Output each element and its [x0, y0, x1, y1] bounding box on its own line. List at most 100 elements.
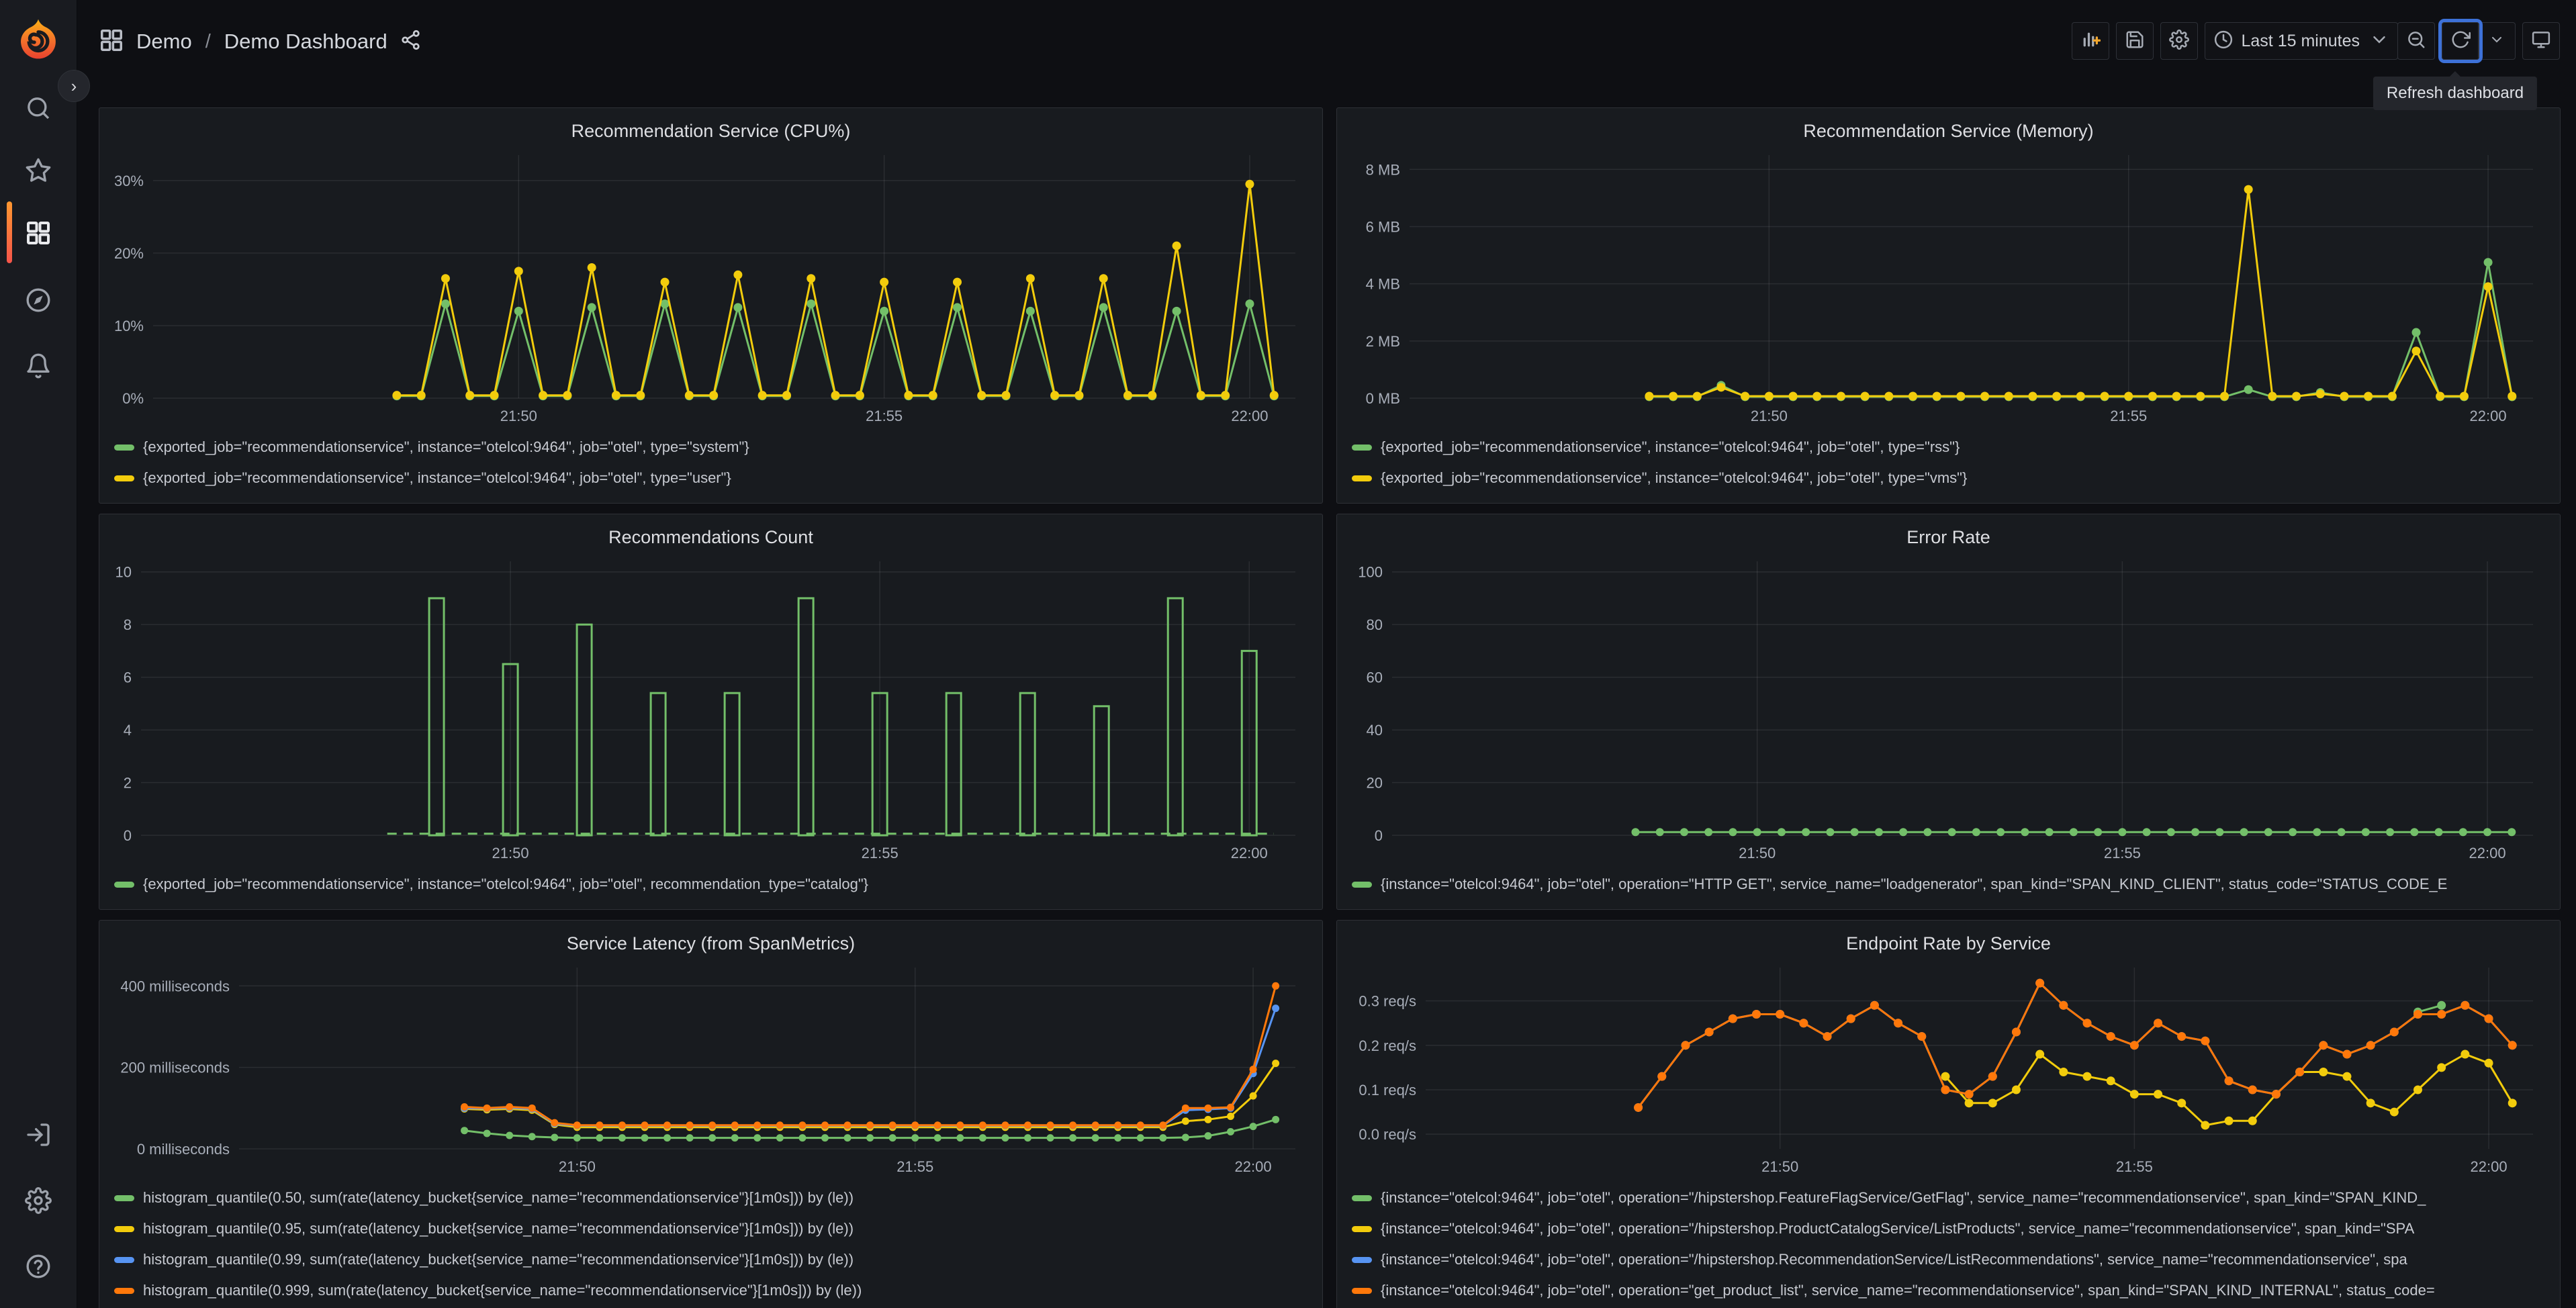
- legend-swatch: [1352, 1256, 1372, 1263]
- legend-item[interactable]: {exported_job="recommendationservice", i…: [114, 869, 1312, 900]
- chart-error-rate[interactable]: 21:50 21:55 22:00 0 20 40 60 80 100: [1348, 552, 2550, 866]
- x-tick-label: 21:50: [1751, 408, 1788, 424]
- legend-swatch: [114, 475, 134, 481]
- series-0: [392, 299, 1279, 401]
- search-icon: [25, 95, 52, 125]
- help-icon: [25, 1253, 52, 1283]
- dashboard-settings-button[interactable]: [2160, 22, 2198, 60]
- legend-swatch: [1352, 1287, 1372, 1294]
- sidebar-item-starred[interactable]: [19, 153, 57, 191]
- refresh-dashboard-button[interactable]: [2441, 22, 2479, 60]
- panel-recommendations-count: Recommendations Count 21:50 21:55 22:00 0 2 4…: [99, 514, 1323, 910]
- y-tick-label: 200 milliseconds: [120, 1060, 230, 1076]
- save-dashboard-button[interactable]: [2115, 22, 2154, 60]
- legend-label: histogram_quantile(0.99, sum(rate(latenc…: [143, 1251, 854, 1268]
- sidebar-item-explore[interactable]: [19, 283, 57, 320]
- y-tick-label: 10%: [114, 318, 144, 334]
- legend-swatch: [114, 881, 134, 888]
- breadcrumb-section[interactable]: Demo: [136, 30, 192, 54]
- y-tick-label: 0 milliseconds: [137, 1141, 230, 1158]
- y-tick-label: 0%: [122, 390, 144, 407]
- legend-item[interactable]: histogram_quantile(0.99, sum(rate(latenc…: [114, 1244, 1312, 1275]
- series-3: [461, 982, 1280, 1129]
- refresh-interval-dropdown[interactable]: [2478, 22, 2516, 60]
- legend-swatch: [1352, 444, 1372, 451]
- chart-recommendation-cpu[interactable]: 21:50 21:55 22:00 0% 10% 20% 30%: [110, 146, 1313, 429]
- chevron-down-icon: [2369, 30, 2389, 53]
- legend-label: histogram_quantile(0.50, sum(rate(latenc…: [143, 1189, 854, 1206]
- legend-item[interactable]: histogram_quantile(0.50, sum(rate(latenc…: [114, 1182, 1312, 1213]
- legend-item[interactable]: {exported_job="recommendationservice", i…: [114, 432, 1312, 463]
- gridlines: [1410, 155, 2533, 399]
- legend-item[interactable]: {exported_job="recommendationservice", i…: [1352, 432, 2549, 463]
- sidebar-item-search[interactable]: [19, 91, 57, 128]
- legend: {exported_job="recommendationservice", i…: [1348, 429, 2549, 494]
- legend: {instance="otelcol:9464", job="otel", op…: [1348, 1180, 2549, 1306]
- x-tick-label: 22:00: [1235, 1158, 1272, 1175]
- legend-item[interactable]: {exported_job="recommendationservice", i…: [114, 463, 1312, 494]
- legend-item[interactable]: {exported_job="recommendationservice", i…: [1352, 463, 2549, 494]
- legend-item[interactable]: {instance="otelcol:9464", job="otel", op…: [1352, 1244, 2549, 1275]
- legend-swatch: [114, 1287, 134, 1294]
- chart-endpoint-rate[interactable]: 21:50 21:55 22:00 0.0 req/s 0.1 req/s 0.2 req…: [1348, 958, 2550, 1180]
- y-tick-label: 2: [124, 775, 132, 792]
- zoom-out-time-range-button[interactable]: [2397, 22, 2435, 60]
- legend-item[interactable]: {instance="otelcol:9464", job="otel", op…: [1352, 1275, 2549, 1306]
- gridlines: [239, 968, 1295, 1150]
- sidebar-item-sign-in[interactable]: [19, 1117, 57, 1155]
- sidebar-item-server-admin[interactable]: [19, 1183, 57, 1221]
- grafana-dashboard-app: › Demo / Demo Dashboard Last 15 minutes: [0, 0, 2576, 1308]
- sidebar-item-alerting[interactable]: [19, 348, 57, 386]
- grafana-logo[interactable]: [16, 17, 60, 62]
- x-tick-label: 21:50: [500, 408, 537, 424]
- panel-title[interactable]: Endpoint Rate by Service: [1348, 930, 2549, 958]
- x-tick-label: 22:00: [1231, 408, 1268, 424]
- legend-item[interactable]: histogram_quantile(0.95, sum(rate(latenc…: [114, 1213, 1312, 1244]
- breadcrumb-dashboards-icon[interactable]: [99, 28, 124, 56]
- legend-label: {exported_job="recommendationservice", i…: [1381, 438, 1960, 455]
- x-tick-label: 21:55: [2116, 1158, 2153, 1175]
- chart-service-latency[interactable]: 21:50 21:55 22:00 0 milliseconds 200 millise…: [110, 958, 1313, 1180]
- x-tick-label: 22:00: [2471, 1158, 2508, 1175]
- legend-swatch: [1352, 475, 1372, 481]
- share-dashboard-icon[interactable]: [400, 29, 422, 54]
- legend-item[interactable]: histogram_quantile(0.999, sum(rate(laten…: [114, 1275, 1312, 1306]
- legend-swatch: [114, 1225, 134, 1232]
- breadcrumb: Demo / Demo Dashboard: [99, 23, 422, 60]
- sidebar-expand-button[interactable]: ›: [58, 70, 90, 102]
- legend-swatch: [1352, 1195, 1372, 1201]
- panel-title[interactable]: Error Rate: [1348, 524, 2549, 552]
- x-tick-label: 21:55: [866, 408, 903, 424]
- panel-title[interactable]: Service Latency (from SpanMetrics): [110, 930, 1312, 958]
- legend-label: histogram_quantile(0.999, sum(rate(laten…: [143, 1282, 862, 1299]
- legend: histogram_quantile(0.50, sum(rate(latenc…: [110, 1180, 1312, 1306]
- bell-icon: [25, 353, 52, 383]
- panel-recommendation-cpu: Recommendation Service (CPU%) 21:50 21:55…: [99, 107, 1323, 504]
- x-tick-label: 21:55: [862, 845, 899, 861]
- monitor-icon: [2531, 30, 2551, 53]
- legend: {exported_job="recommendationservice", i…: [110, 866, 1312, 900]
- cycle-view-mode-button[interactable]: [2522, 22, 2560, 60]
- chevron-right-icon: ›: [71, 75, 77, 96]
- sidebar-item-dashboards[interactable]: [19, 216, 57, 253]
- chart-recommendation-memory[interactable]: 21:50 21:55 22:00 0 MB 2 MB 4 MB 6 MB 8 MB: [1348, 146, 2550, 429]
- legend-label: {instance="otelcol:9464", job="otel", op…: [1381, 876, 2448, 892]
- time-range-picker[interactable]: Last 15 minutes: [2204, 22, 2398, 60]
- clock-icon: [2213, 30, 2234, 53]
- panel-title[interactable]: Recommendations Count: [110, 524, 1312, 552]
- legend-item[interactable]: {instance="otelcol:9464", job="otel", op…: [1352, 1182, 2549, 1213]
- y-tick-label: 30%: [114, 173, 144, 189]
- panel-title[interactable]: Recommendation Service (Memory): [1348, 118, 2549, 146]
- legend-label: {exported_job="recommendationservice", i…: [143, 438, 749, 455]
- y-tick-label: 4: [124, 722, 132, 739]
- legend-item[interactable]: {instance="otelcol:9464", job="otel", op…: [1352, 869, 2549, 900]
- breadcrumb-page-title: Demo Dashboard: [224, 30, 387, 53]
- series-1: [461, 1060, 1280, 1131]
- legend-item[interactable]: {instance="otelcol:9464", job="otel", op…: [1352, 1213, 2549, 1244]
- add-panel-button[interactable]: [2071, 22, 2109, 60]
- gear-icon: [2168, 29, 2189, 53]
- chart-recommendations-count[interactable]: 21:50 21:55 22:00 0 2 4 6 8 10: [110, 552, 1313, 866]
- sign-in-icon: [25, 1121, 52, 1152]
- sidebar-item-help[interactable]: [19, 1249, 57, 1287]
- panel-title[interactable]: Recommendation Service (CPU%): [110, 118, 1312, 146]
